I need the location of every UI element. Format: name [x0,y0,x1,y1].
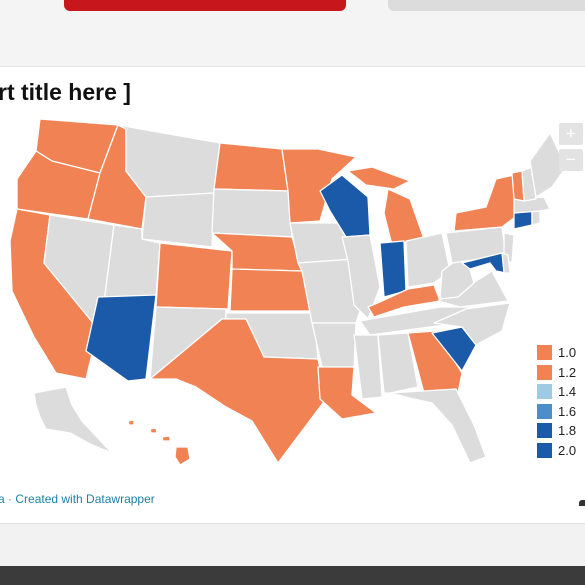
legend-item: 1.8 [537,421,576,441]
legend-item: 2.0 [537,441,576,461]
state-ks[interactable] [229,268,313,312]
state-mi-upper[interactable] [347,166,411,190]
legend-item: 1.6 [537,402,576,422]
state-ak[interactable] [33,386,113,454]
legend-label: 1.6 [558,403,577,419]
active-tab[interactable] [64,0,346,11]
chart-card: rt title here ] + − 1.0 1.2 1.4 1.6 1.8 … [0,66,585,524]
legend-label: 1.4 [558,384,577,400]
legend-label: 2.0 [558,442,577,458]
legend-item: 1.2 [537,363,576,383]
browser-top-bar [0,0,585,66]
state-ri[interactable] [531,210,541,226]
footer-separator: · [4,492,16,506]
bottom-bar [0,566,585,585]
state-fl[interactable] [389,388,487,464]
us-map [9,118,567,466]
state-ct[interactable] [513,210,533,230]
chart-footer: a · Created with Datawrapper [0,492,155,506]
inactive-tab[interactable] [388,0,585,11]
state-sd[interactable] [211,188,293,238]
legend-label: 1.0 [558,345,577,361]
legend-swatch [537,364,552,380]
state-mi-lower[interactable] [383,188,425,246]
corner-mark [579,500,585,506]
state-wy[interactable] [141,192,215,248]
state-hi[interactable] [127,419,191,466]
legend-swatch [537,403,552,419]
legend-item: 1.0 [537,343,576,363]
legend-label: 1.8 [558,423,577,439]
legend-swatch [537,345,552,361]
state-ms[interactable] [353,334,383,400]
legend-swatch [537,442,552,458]
legend-item: 1.4 [537,382,576,402]
map-legend: 1.0 1.2 1.4 1.6 1.8 2.0 [537,343,576,460]
state-in[interactable] [379,240,407,298]
legend-swatch [537,384,552,400]
datawrapper-credit-link[interactable]: Created with Datawrapper [15,492,154,506]
legend-label: 1.2 [558,364,577,380]
legend-swatch [537,423,552,439]
state-ny[interactable] [453,174,519,232]
zoom-in-button[interactable]: + [559,123,583,145]
state-co[interactable] [155,242,233,310]
state-nd[interactable] [213,142,289,192]
zoom-out-button[interactable]: − [559,149,583,171]
state-az[interactable] [85,294,157,382]
